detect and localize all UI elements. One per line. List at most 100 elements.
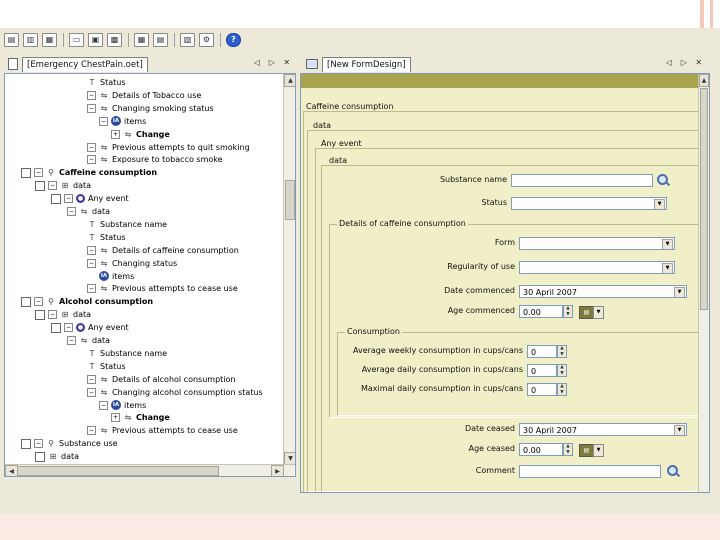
age-commenced-input[interactable]: 0.00 [519,305,563,318]
expand-toggle-icon[interactable]: − [87,155,96,165]
chevron-down-icon[interactable]: ▼ [593,444,604,457]
settings-icon[interactable]: ⚙ [199,33,214,47]
age-ceased-stepper[interactable]: ▲ ▼ [563,443,573,456]
tree-vertical-scrollbar[interactable]: ▲ ▼ [283,74,295,465]
help-icon[interactable]: ? [226,33,241,47]
tree-node[interactable]: − ⊞ data [35,179,91,192]
tree-node[interactable]: − ⇋ Changing status [87,257,177,270]
form-select[interactable]: ▼ [519,237,675,250]
expand-toggle-icon[interactable]: − [64,323,73,333]
unit-icon[interactable]: ▤ [579,444,594,457]
tree-node[interactable]: − ⇋ data [67,205,110,218]
expand-toggle-icon[interactable]: − [64,194,73,204]
tab-new-formdesign[interactable]: [New FormDesign] [322,57,411,72]
tree-node[interactable]: − IA items [99,115,146,128]
tree-node[interactable]: T Status [87,76,126,89]
expand-toggle-icon[interactable]: − [34,168,43,178]
tree-node-checkbox[interactable] [21,296,31,307]
chevron-down-icon[interactable]: ▼ [662,263,673,273]
expand-toggle-icon[interactable]: − [67,207,76,216]
chevron-down-icon[interactable]: ▼ [662,239,673,249]
scroll-up-button[interactable]: ▲ [284,74,295,87]
panel-controls[interactable]: ◁ ▷ ✕ [254,58,293,67]
tree-node[interactable]: IA items [99,270,134,283]
panel-controls[interactable]: ◁ ▷ ✕ [666,58,705,67]
max-daily-consumption-input[interactable]: 0 [527,383,557,396]
tree-node[interactable]: ⊞ data [35,450,79,463]
tree-node-checkbox[interactable] [51,193,61,204]
chevron-down-icon[interactable]: ▼ [654,199,665,209]
scroll-thumb[interactable] [17,466,219,476]
expand-toggle-icon[interactable]: − [67,336,76,345]
open-solution-icon[interactable]: ▦ [42,33,57,47]
tree-node[interactable]: − ⇋ Changing smoking status [87,102,214,115]
substance-name-input[interactable] [511,174,653,187]
weekly-consumption-stepper[interactable]: ▲ ▼ [557,345,567,358]
tree-node-checkbox[interactable] [35,180,45,191]
new-icon[interactable]: ▤ [4,33,19,47]
open-project-icon[interactable]: ▥ [23,33,38,47]
tree-node[interactable]: − ⚲ Caffeine consumption [21,166,157,179]
expand-toggle-icon[interactable]: − [87,90,96,100]
tree-node[interactable]: T Substance name [87,347,168,360]
expand-toggle-icon[interactable]: − [87,245,96,255]
daily-consumption-stepper[interactable]: ▲ ▼ [557,364,567,377]
tree-node[interactable]: − ⇋ Exposure to tobacco smoke [87,153,223,166]
tree-node-checkbox[interactable] [21,167,31,178]
scroll-right-button[interactable]: ▶ [271,465,284,476]
tree-node[interactable]: − ⇋ Changing alcohol consumption status [87,386,263,399]
regularity-select[interactable]: ▼ [519,261,675,274]
tree-node[interactable]: − ⚲ Alcohol consumption [21,295,153,308]
tree-node[interactable]: − ● Any event [51,321,129,334]
expand-toggle-icon[interactable]: − [87,284,96,294]
weekly-consumption-input[interactable]: 0 [527,345,557,358]
build-icon[interactable]: ▦ [134,33,149,47]
tree-node-checkbox[interactable] [51,322,61,333]
properties-icon[interactable]: ▤ [153,33,168,47]
expand-toggle-icon[interactable]: − [87,426,96,436]
age-commenced-stepper[interactable]: ▲ ▼ [563,305,573,318]
tree-node[interactable]: − ⇋ Details of caffeine consumption [87,244,239,257]
chevron-down-icon[interactable]: ▼ [674,287,685,297]
status-select[interactable]: ▼ [511,197,667,210]
expand-toggle-icon[interactable]: − [87,142,96,152]
expand-toggle-icon[interactable]: − [99,400,108,410]
tree-node[interactable]: − ⇋ Previous attempts to cease use [87,282,238,295]
tree-horizontal-scrollbar[interactable]: ◀ ▶ [5,464,294,476]
expand-toggle-icon[interactable]: − [87,103,96,113]
tree-node[interactable]: − ⇋ data [67,334,110,347]
tree-node[interactable]: − ⚲ Substance use [21,437,118,450]
tree-node[interactable]: + ⇋ Change [111,411,170,424]
unit-icon[interactable]: ▤ [579,306,594,319]
tree-node[interactable]: T Substance name [87,218,168,231]
expand-toggle-icon[interactable]: − [87,374,96,384]
save-icon[interactable]: ▣ [88,33,103,47]
date-ceased-picker[interactable]: 30 April 2007 ▼ [519,423,687,436]
tree-node[interactable]: T Status [87,360,126,373]
expand-toggle-icon[interactable]: − [48,181,57,191]
expand-toggle-icon[interactable]: + [111,129,120,139]
tree-node[interactable]: − ⇋ Previous attempts to cease use [87,424,238,437]
form-vertical-scrollbar[interactable]: ▲ [698,74,709,492]
tree-node-checkbox[interactable] [35,451,45,462]
save-all-icon[interactable]: ▩ [107,33,122,47]
scroll-up-button[interactable]: ▲ [699,74,709,87]
expand-toggle-icon[interactable]: − [87,387,96,397]
expand-toggle-icon[interactable]: − [34,297,43,307]
tree-node[interactable]: T Status [87,231,126,244]
search-icon[interactable] [667,465,678,476]
tree-node[interactable]: + ⇋ Change [111,128,170,141]
export-icon[interactable]: ▧ [180,33,195,47]
date-commenced-picker[interactable]: 30 April 2007 ▼ [519,285,687,298]
tree-node-checkbox[interactable] [35,309,45,320]
comment-input[interactable] [519,465,661,478]
tree-node[interactable]: − ⇋ Details of alcohol consumption [87,373,235,386]
open-file-icon[interactable]: ▭ [69,33,84,47]
expand-toggle-icon[interactable]: − [48,310,57,320]
tree-node[interactable]: − ⊞ data [35,308,91,321]
tree-node[interactable]: − ⇋ Previous attempts to quit smoking [87,141,250,154]
expand-toggle-icon[interactable]: − [87,258,96,268]
daily-consumption-input[interactable]: 0 [527,364,557,377]
chevron-down-icon[interactable]: ▼ [674,425,685,435]
expand-toggle-icon[interactable]: − [99,116,108,126]
